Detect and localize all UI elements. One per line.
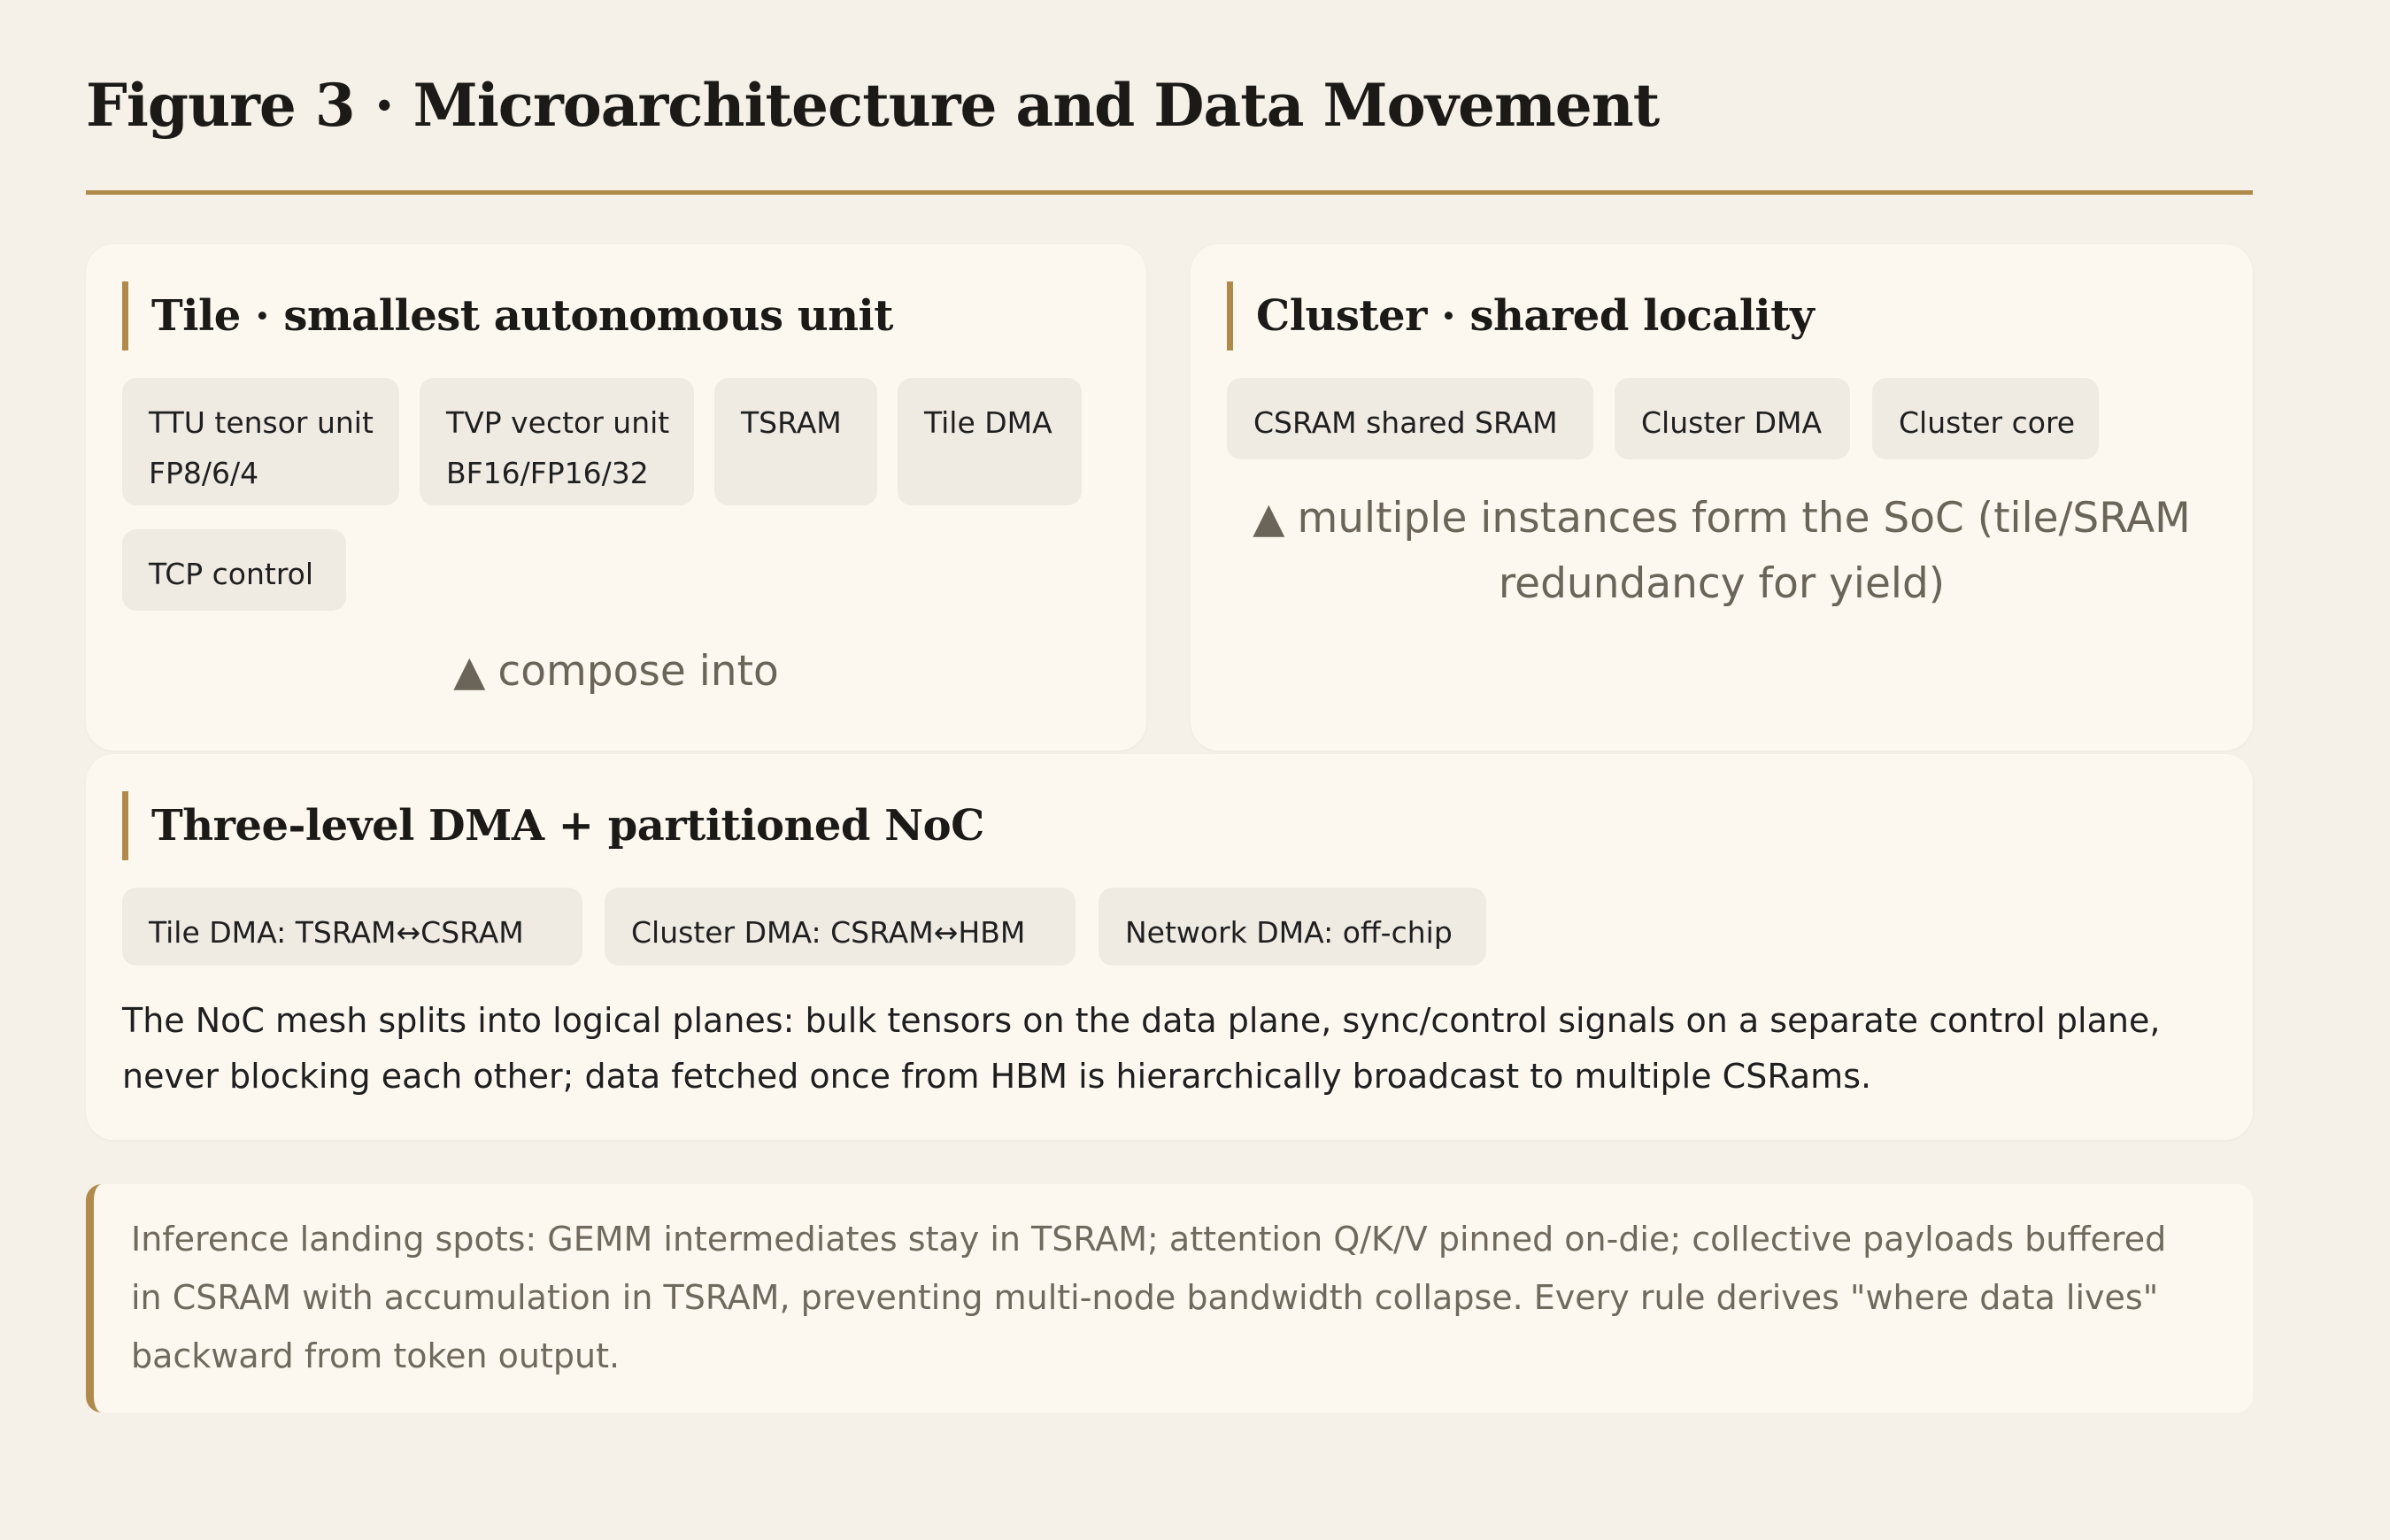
inference-callout: Inference landing spots: GEMM intermedia…: [86, 1184, 2253, 1413]
cluster-chip-core: Cluster core: [1872, 378, 2099, 459]
tile-chip-tsram: TSRAM: [714, 378, 877, 505]
triangle-up-icon: ▲: [453, 647, 486, 696]
tile-chip-tcp: TCP control: [122, 529, 346, 611]
dma-chip-network: Network DMA: off-chip: [1099, 888, 1486, 966]
dma-noc-card: Three-level DMA + partitioned NoC Tile D…: [86, 754, 2253, 1140]
tile-compose-note: ▲ compose into: [86, 639, 1146, 705]
cluster-multiple-instances-text: ▲ multiple instances form the SoC (tile/S…: [1191, 486, 2253, 617]
dma-chip-tile: Tile DMA: TSRAM↔CSRAM: [122, 888, 582, 966]
cluster-heading: Cluster · shared locality: [1227, 281, 1815, 350]
tile-chip-tvp: TVP vector unit BF16/FP16/32: [420, 378, 694, 505]
triangle-up-icon: ▲: [1253, 494, 1285, 543]
dma-noc-heading: Three-level DMA + partitioned NoC: [122, 791, 984, 860]
tile-chip-tile-dma: Tile DMA: [898, 378, 1082, 505]
noc-description: The NoC mesh splits into logical planes:…: [122, 1001, 2161, 1096]
cluster-chip-dma: Cluster DMA: [1615, 378, 1850, 459]
tile-card: Tile · smallest autonomous unit TTU tens…: [86, 244, 1146, 751]
tile-chip-ttu: TTU tensor unit FP8/6/4: [122, 378, 399, 505]
figure-title: Figure 3 · Microarchitecture and Data Mo…: [86, 71, 1660, 140]
dma-chip-cluster: Cluster DMA: CSRAM↔HBM: [605, 888, 1076, 966]
tile-heading: Tile · smallest autonomous unit: [122, 281, 893, 350]
title-divider: [86, 190, 2253, 195]
cluster-chip-csram: CSRAM shared SRAM: [1227, 378, 1593, 459]
